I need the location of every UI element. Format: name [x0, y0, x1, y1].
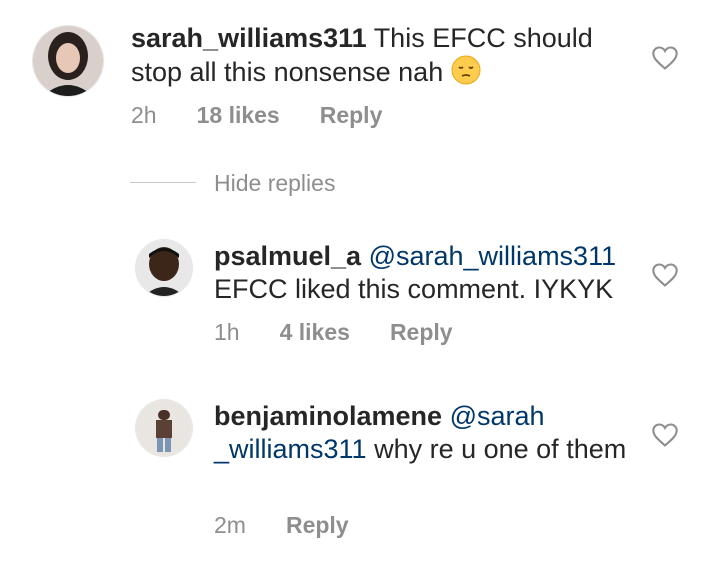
- avatar-sarah[interactable]: [33, 26, 103, 96]
- comment-text: sarah_williams311 This EFCC should stop …: [131, 22, 611, 93]
- like-heart-icon[interactable]: [651, 422, 679, 448]
- like-heart-icon[interactable]: [651, 262, 679, 288]
- like-heart-icon[interactable]: [651, 45, 679, 71]
- reply-text: benjaminolamene @sarah _williams311 why …: [214, 400, 634, 466]
- pensive-face-icon: [451, 55, 481, 93]
- reply-meta: 1h 4 likes Reply: [214, 319, 453, 346]
- reply-button[interactable]: Reply: [286, 512, 349, 539]
- avatar-benjamin[interactable]: [136, 400, 192, 456]
- reply-text: psalmuel_a @sarah_williams311 EFCC liked…: [214, 240, 644, 306]
- reply-username[interactable]: benjaminolamene: [214, 401, 442, 431]
- reply-body: why re u one of them: [374, 434, 627, 464]
- comment-likes[interactable]: 18 likes: [197, 102, 280, 129]
- hide-replies-button[interactable]: Hide replies: [214, 170, 335, 197]
- reply-button[interactable]: Reply: [320, 102, 383, 129]
- reply-mention-cont[interactable]: _williams311: [214, 434, 367, 464]
- reply-username[interactable]: psalmuel_a: [214, 241, 361, 271]
- reply-time: 1h: [214, 319, 240, 345]
- hide-replies-line: [130, 182, 196, 183]
- reply-body: EFCC liked this comment. IYKYK: [214, 274, 614, 304]
- reply-mention[interactable]: @sarah_williams311: [369, 241, 617, 271]
- comment-username[interactable]: sarah_williams311: [131, 23, 367, 53]
- reply-meta: 2m Reply: [214, 512, 349, 539]
- avatar-psalmuel[interactable]: [136, 240, 192, 296]
- reply-likes[interactable]: 4 likes: [280, 319, 350, 346]
- comment-meta: 2h 18 likes Reply: [131, 102, 382, 129]
- reply-button[interactable]: Reply: [390, 319, 453, 346]
- reply-mention[interactable]: @sarah: [450, 401, 545, 431]
- reply-time: 2m: [214, 512, 246, 538]
- comment-time: 2h: [131, 102, 157, 128]
